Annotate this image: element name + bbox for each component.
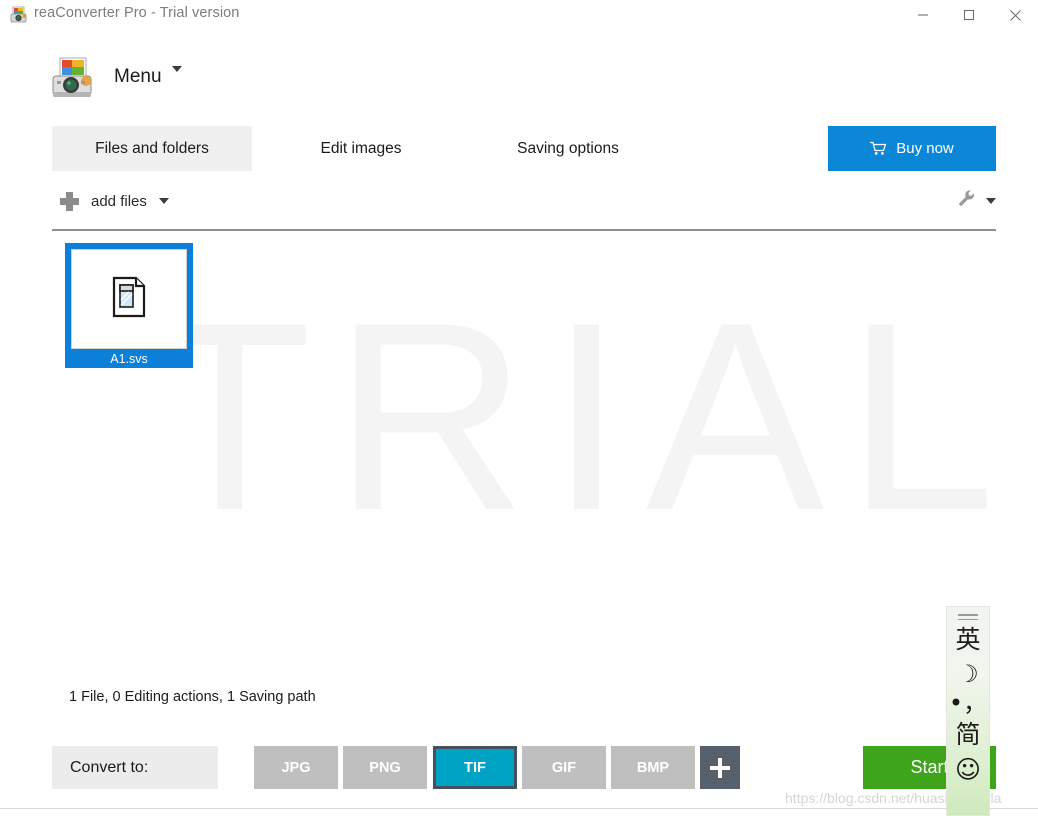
toolbar-divider: [52, 229, 996, 231]
title-bar: reaConverter Pro - Trial version: [0, 0, 1038, 30]
window-controls: [900, 0, 1038, 30]
buy-now-button[interactable]: Buy now: [828, 126, 996, 171]
reaconverter-logo-icon: [50, 56, 96, 102]
convert-to-label: Convert to:: [52, 746, 218, 789]
tab-files-and-folders[interactable]: Files and folders: [52, 126, 252, 171]
file-name-label: A1.svs: [110, 351, 148, 366]
close-button[interactable]: [992, 0, 1038, 30]
settings-tools-button[interactable]: [957, 182, 996, 220]
tab-saving-options[interactable]: Saving options: [480, 126, 656, 171]
format-button-tif[interactable]: TIF: [433, 746, 517, 789]
format-button-png[interactable]: PNG: [343, 746, 427, 789]
wrench-icon: [957, 189, 976, 213]
tab-edit-images[interactable]: Edit images: [288, 126, 434, 171]
shopping-cart-icon: [870, 141, 887, 156]
format-button-jpg[interactable]: JPG: [254, 746, 338, 789]
add-files-label: add files: [91, 192, 147, 210]
document-page-icon: [109, 275, 149, 324]
add-files-button[interactable]: add files: [60, 182, 169, 220]
bottom-bar: Convert to: JPG PNG TIF GIF BMP Start: [0, 746, 1038, 790]
drag-handle-icon[interactable]: [958, 614, 978, 621]
status-text: 1 File, 0 Editing actions, 1 Saving path: [69, 689, 316, 705]
plus-icon: [60, 191, 79, 211]
ime-punctuation-mode[interactable]: •，: [946, 690, 990, 716]
ime-simplified-chinese[interactable]: 简: [946, 720, 990, 750]
chevron-down-icon[interactable]: [986, 198, 996, 204]
ime-floating-panel[interactable]: 英 ☽ •， 简 ☺: [946, 606, 990, 816]
file-thumbnail: [71, 249, 187, 349]
ime-smiley-icon[interactable]: ☺: [946, 756, 990, 784]
window-title: reaConverter Pro - Trial version: [34, 5, 240, 21]
add-format-button[interactable]: [700, 746, 740, 789]
ime-moon-icon[interactable]: ☽: [946, 660, 990, 688]
chevron-down-icon[interactable]: [172, 66, 182, 90]
sub-toolbar: add files: [0, 182, 1038, 222]
buy-now-label: Buy now: [896, 140, 954, 157]
app-window: reaConverter Pro - Trial version Menu Fi…: [0, 0, 1038, 816]
format-button-bmp[interactable]: BMP: [611, 746, 695, 789]
trial-watermark: TRIAL: [148, 266, 996, 566]
window-bottom-edge: [0, 808, 1038, 816]
file-list-workspace[interactable]: TRIAL A1.svs: [52, 234, 996, 676]
ime-language-mode[interactable]: 英: [946, 625, 990, 655]
menu-button[interactable]: Menu: [114, 66, 162, 88]
app-titlebar-icon: [10, 6, 28, 24]
format-button-gif[interactable]: GIF: [522, 746, 606, 789]
minimize-button[interactable]: [900, 0, 946, 30]
chevron-down-icon[interactable]: [158, 198, 169, 204]
maximize-button[interactable]: [946, 0, 992, 30]
list-item[interactable]: A1.svs: [65, 243, 193, 368]
